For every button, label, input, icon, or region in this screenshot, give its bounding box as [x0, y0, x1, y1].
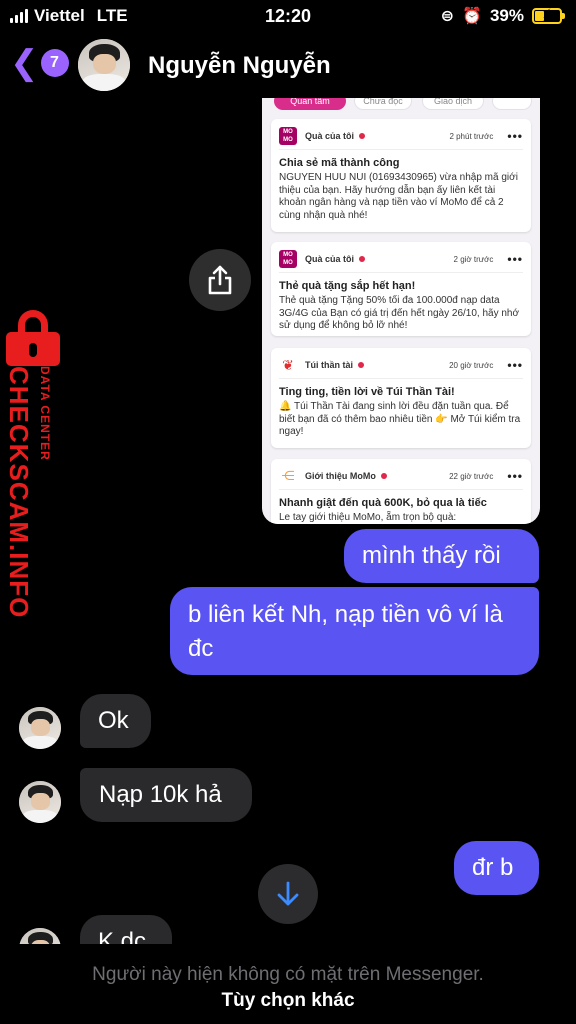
status-right: ⊜ ⏰ 39% ⚡ [440, 6, 565, 26]
arrow-down-icon [277, 881, 299, 906]
card-category: Giới thiệu MoMo [305, 471, 376, 481]
unread-dot [359, 256, 366, 262]
notification-card: ❦ Túi thần tài 20 giờ trước ••• Ting tin… [271, 348, 531, 448]
unavailable-note: Người này hiện không có mặt trên Messeng… [92, 964, 484, 985]
more-options-button[interactable]: Tùy chọn khác [0, 990, 576, 1012]
notification-card: ⋲ Giới thiệu MoMo 22 giờ trước ••• Nhanh… [271, 459, 531, 524]
momo-tab: Giao dịch [422, 98, 484, 110]
unread-dot [358, 362, 364, 368]
momo-tabs: Quan tâm Chưa đọc Giao dịch [262, 98, 540, 112]
momo-logo: MO MO [279, 250, 297, 268]
card-category: Quà của tôi [305, 254, 355, 264]
unavailable-footer: Người này hiện không có mặt trên Messeng… [0, 944, 576, 1024]
contact-avatar[interactable] [78, 39, 130, 91]
lock-icon [4, 310, 62, 370]
share-icon [208, 265, 232, 295]
conversation-header: ❮ 7 Nguyễn Nguyễn [0, 34, 576, 96]
watermark-text: CHECKSCAM.INFO [4, 366, 34, 619]
sender-avatar[interactable] [19, 707, 61, 749]
alarm-icon: ⏰ [462, 8, 482, 25]
unread-dot [359, 133, 366, 139]
more-icon: ••• [507, 129, 523, 143]
card-title: Chia sẻ mã thành công [279, 157, 400, 169]
momo-tab-overflow [492, 98, 532, 110]
card-category: Túi thần tài [305, 360, 353, 370]
card-body: NGUYEN HUU NUI (01693430965) vừa nhập mã… [279, 172, 518, 221]
notification-card: MO MO Quà của tôi 2 giờ trước ••• Thẻ qu… [271, 242, 531, 336]
battery-icon: ⚡ [532, 6, 565, 24]
momo-tab: Quan tâm [274, 98, 346, 110]
card-category: Quà của tôi [305, 131, 355, 141]
shared-image-message[interactable]: Quan tâm Chưa đọc Giao dịch MO MO Quà củ… [262, 98, 540, 524]
notification-card: MO MO Quà của tôi 2 phút trước ••• Chia … [271, 119, 531, 232]
scroll-to-bottom-button[interactable] [258, 864, 318, 924]
battery-percent: 39% [489, 6, 524, 25]
back-button[interactable]: ❮ 7 [10, 46, 69, 80]
message-bubble-outgoing[interactable]: đr b [454, 841, 539, 895]
more-icon: ••• [507, 358, 523, 372]
status-bar: Viettel LTE 12:20 ⊜ ⏰ 39% ⚡ [0, 0, 576, 34]
card-title: Thẻ quà tặng sắp hết hạn! [279, 280, 416, 292]
watermark: CHECKSCAM.INFO DATA CENTER [0, 310, 70, 619]
card-time: 2 phút trước [449, 131, 494, 141]
message-bubble-incoming[interactable]: Ok [80, 694, 151, 748]
card-body: Le tay giới thiệu MoMo, ẵm trọn bộ quà: [279, 512, 457, 523]
message-bubble-outgoing[interactable]: b liên kết Nh, nạp tiền vô ví là đc [170, 587, 539, 675]
unread-count-badge: 7 [40, 49, 69, 77]
share-icon: ⋲ [281, 468, 295, 483]
share-button[interactable] [189, 249, 251, 311]
momo-logo: MO MO [279, 127, 297, 145]
momo-tab: Chưa đọc [354, 98, 412, 110]
card-body: 🔔 Túi Thần Tài đang sinh lời đều đặn tuầ… [279, 401, 521, 438]
chevron-left-icon: ❮ [10, 44, 39, 82]
card-title: Ting ting, tiền lời về Túi Thần Tài! [279, 386, 455, 398]
more-icon: ••• [507, 252, 523, 266]
charging-bolt-icon: ⚡ [542, 6, 552, 21]
card-time: 20 giờ trước [449, 360, 494, 370]
card-title: Nhanh giật đến quà 600K, bỏ qua là tiếc [279, 497, 487, 509]
message-bubble-outgoing[interactable]: mình thấy rồi [344, 529, 539, 583]
sender-avatar[interactable] [19, 781, 61, 823]
card-time: 22 giờ trước [449, 471, 494, 481]
card-body: Thẻ quà tặng Tặng 50% tối đa 100.000đ nạ… [279, 295, 520, 332]
lucky-bag-icon: ❦ [282, 356, 294, 373]
card-time: 2 giờ trước [453, 254, 494, 264]
orientation-lock-icon: ⊜ [440, 8, 455, 25]
contact-name[interactable]: Nguyễn Nguyễn [148, 52, 331, 80]
watermark-subtext: DATA CENTER [38, 366, 52, 461]
unread-dot [380, 473, 387, 479]
message-bubble-incoming[interactable]: Nạp 10k hả [80, 768, 252, 822]
more-icon: ••• [507, 469, 523, 483]
